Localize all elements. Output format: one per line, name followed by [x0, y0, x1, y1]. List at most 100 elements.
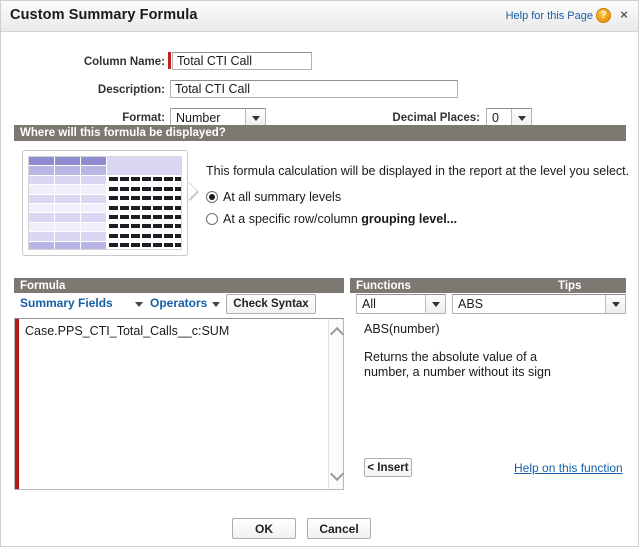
callout-arrow-icon	[188, 182, 197, 200]
function-description: Returns the absolute value of a number, …	[364, 350, 579, 380]
chevron-down-icon[interactable]	[605, 295, 625, 313]
thumbnail-cell	[55, 195, 80, 203]
function-signature: ABS(number)	[364, 322, 440, 336]
thumbnail-data-bar	[120, 196, 129, 200]
thumbnail-data-bar	[142, 243, 151, 247]
thumbnail-data-bar	[142, 196, 151, 200]
column-name-input[interactable]	[172, 52, 312, 70]
close-icon[interactable]: ×	[617, 8, 631, 22]
thumbnail-data-bar	[142, 234, 151, 238]
formula-properties-form: Column Name: Description: Format: Number…	[0, 32, 639, 124]
decimal-places-label: Decimal Places:	[340, 112, 480, 124]
description-input[interactable]	[170, 80, 458, 98]
thumbnail-data-bar	[175, 187, 182, 191]
thumbnail-cell	[29, 176, 54, 184]
thumbnail-data-bar	[153, 187, 162, 191]
thumbnail-data-bar	[153, 243, 162, 247]
thumbnail-data-bar	[175, 206, 182, 210]
thumbnail-data-bar	[153, 215, 162, 219]
cancel-button[interactable]: Cancel	[307, 518, 371, 539]
thumbnail-cell	[29, 204, 54, 212]
ok-button[interactable]: OK	[232, 518, 296, 539]
function-name-value: ABS	[453, 297, 605, 311]
thumbnail-cell	[55, 176, 80, 184]
thumbnail-data-bar	[131, 243, 140, 247]
radio-specific-grouping-level-icon[interactable]	[206, 213, 218, 225]
page-title: Custom Summary Formula	[10, 7, 198, 23]
thumbnail-data-bar	[142, 177, 151, 181]
scroll-up-icon[interactable]	[330, 327, 344, 341]
thumbnail-data-bar	[109, 177, 118, 181]
thumbnail-cell	[81, 204, 106, 212]
thumbnail-data-bar	[153, 224, 162, 228]
help-on-this-function-link[interactable]: Help on this function	[514, 461, 623, 475]
where-section-header-label: Where will this formula be displayed?	[20, 127, 226, 139]
radio-specific-grouping-level-label: At a specific row/column	[223, 212, 361, 226]
thumbnail-cell	[55, 242, 80, 250]
thumbnail-data-bar	[131, 215, 140, 219]
thumbnail-data-bar	[164, 243, 173, 247]
thumbnail-data-bar	[142, 224, 151, 228]
chevron-down-icon[interactable]	[212, 302, 220, 307]
chevron-down-icon[interactable]	[135, 302, 143, 307]
thumbnail-cell	[55, 157, 80, 165]
thumbnail-data-bar	[131, 224, 140, 228]
thumbnail-data-bar	[109, 243, 118, 247]
thumbnail-data-bar	[164, 224, 173, 228]
chevron-down-icon[interactable]	[425, 295, 445, 313]
thumbnail-data-bar	[164, 215, 173, 219]
formula-editor-block: Summary Fields Operators Check Syntax Al…	[14, 278, 626, 490]
thumbnail-cell	[55, 185, 80, 193]
column-name-required-indicator	[168, 52, 171, 69]
format-select-value: Number	[171, 111, 245, 125]
thumbnail-cell	[55, 232, 80, 240]
thumbnail-cell	[55, 213, 80, 221]
function-name-select[interactable]: ABS	[452, 294, 626, 314]
report-thumbnail-grid	[28, 156, 182, 250]
thumbnail-data-bar	[109, 224, 118, 228]
thumbnail-cell	[81, 242, 106, 250]
thumbnail-data-bar	[164, 177, 173, 181]
thumbnail-cell	[81, 195, 106, 203]
thumbnail-data-bar	[120, 187, 129, 191]
thumbnail-data-bar	[153, 177, 162, 181]
thumbnail-cell	[29, 223, 54, 231]
thumbnail-data-bar	[120, 224, 129, 228]
formula-text-content: Case.PPS_CTI_Total_Calls__c:SUM	[25, 324, 325, 338]
thumbnail-cell	[81, 213, 106, 221]
thumbnail-cell	[81, 176, 106, 184]
tips-pane: ABS(number) Returns the absolute value o…	[360, 318, 626, 490]
summary-fields-menu[interactable]: Summary Fields	[20, 296, 113, 310]
thumbnail-data-bar	[109, 206, 118, 210]
thumbnail-data-bar	[164, 196, 173, 200]
insert-button[interactable]: < Insert	[364, 458, 412, 477]
thumbnail-data-bar	[142, 187, 151, 191]
check-syntax-button[interactable]: Check Syntax	[226, 294, 316, 314]
thumbnail-data-bar	[120, 243, 129, 247]
thumbnail-cell	[55, 204, 80, 212]
column-name-label: Column Name:	[60, 56, 165, 68]
dialog-title-bar: Custom Summary Formula Help for this Pag…	[0, 0, 639, 32]
formula-scrollbar[interactable]	[328, 319, 343, 489]
thumbnail-data-bar	[164, 187, 173, 191]
thumbnail-data-bar	[175, 234, 182, 238]
function-category-value: All	[357, 297, 425, 311]
radio-all-summary-levels-icon[interactable]	[206, 191, 218, 203]
help-for-this-page-link[interactable]: Help for this Page	[506, 10, 593, 22]
operators-menu[interactable]: Operators	[150, 296, 207, 310]
function-category-select[interactable]: All	[356, 294, 446, 314]
thumbnail-data-bar	[175, 224, 182, 228]
thumbnail-data-bar	[120, 215, 129, 219]
thumbnail-cell	[29, 157, 54, 165]
formula-textarea[interactable]: Case.PPS_CTI_Total_Calls__c:SUM	[14, 318, 344, 490]
help-question-icon[interactable]: ?	[596, 8, 611, 23]
thumbnail-cell	[29, 213, 54, 221]
where-section-header: Where will this formula be displayed?	[14, 125, 626, 141]
radio-option-specific-grouping-level[interactable]: At a specific row/column grouping level.…	[206, 212, 457, 226]
scroll-down-icon[interactable]	[330, 467, 344, 481]
radio-option-all-summary-levels[interactable]: At all summary levels	[206, 190, 341, 204]
thumbnail-cell	[29, 242, 54, 250]
thumbnail-data-bar	[142, 215, 151, 219]
thumbnail-data-bar	[131, 234, 140, 238]
thumbnail-data-bar	[131, 206, 140, 210]
